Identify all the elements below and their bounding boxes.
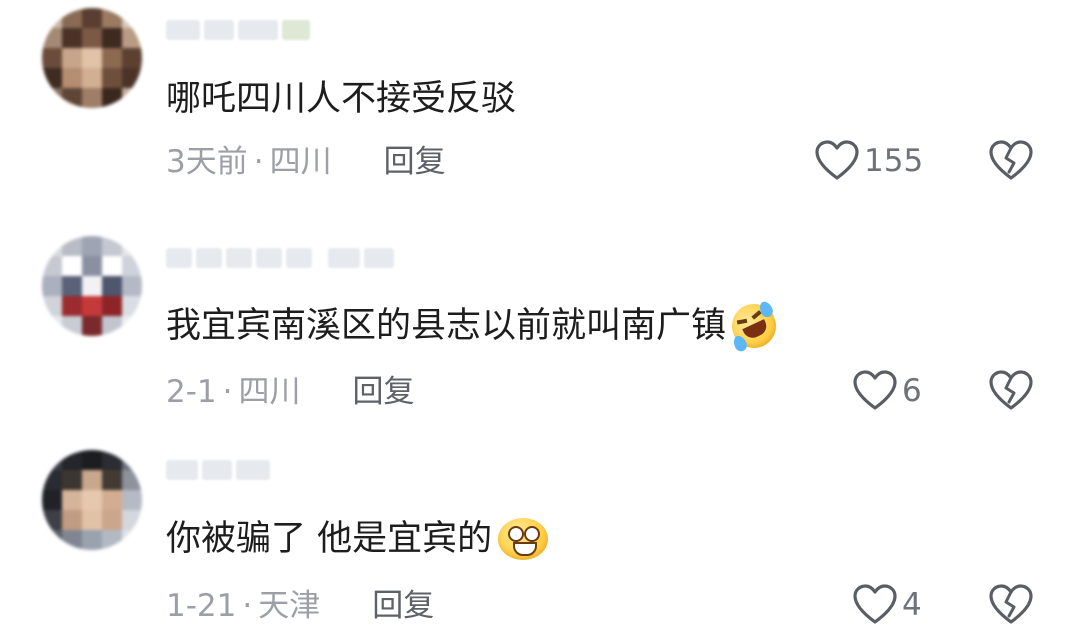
like-button[interactable]: 4 [852,583,922,627]
meta-separator: · [242,588,253,624]
meta-separator: · [253,144,264,180]
broken-heart-icon [989,140,1033,180]
dislike-button[interactable] [988,583,1034,631]
comment-meta: 3天前 · 四川 回复 [166,142,446,182]
username-blurred[interactable] [166,246,394,270]
avatar[interactable] [42,8,142,108]
like-button[interactable]: 155 [814,139,923,183]
meta-separator: · [222,374,233,410]
avatar[interactable] [42,450,142,550]
comment-text: 你被骗了 他是宜宾的 [166,518,549,560]
heart-outline-icon [815,140,859,180]
comment-text: 我宜宾南溪区的县志以前就叫南广镇 [166,296,784,356]
like-button[interactable]: 6 [852,369,922,413]
avatar[interactable] [42,236,142,336]
dislike-button[interactable] [988,139,1034,187]
comment-location: 四川 [269,144,332,180]
reply-button[interactable]: 回复 [372,586,434,626]
heart-outline-icon [853,584,897,624]
heart-outline-icon [853,370,897,410]
comment-text-content: 哪吒四川人不接受反驳 [166,79,517,119]
like-count: 6 [902,373,922,409]
comment-text-content: 你被骗了 他是宜宾的 [166,519,493,559]
comment-text-content: 我宜宾南溪区的县志以前就叫南广镇 [166,306,727,346]
rofl-emoji-icon [724,296,784,356]
broken-heart-icon [989,370,1033,410]
comment-time: 2-1 [166,374,217,410]
comment-location: 天津 [258,588,321,624]
comment-meta: 1-21 · 天津 回复 [166,586,434,626]
like-count: 4 [902,587,922,623]
comment-time: 3天前 [166,144,248,180]
broken-heart-icon [989,584,1033,624]
reply-button[interactable]: 回复 [384,142,446,182]
comment-text: 哪吒四川人不接受反驳 [166,78,516,120]
comment-meta: 2-1 · 四川 回复 [166,372,415,412]
like-count: 155 [864,143,924,179]
comment-time: 1-21 [166,588,237,624]
username-blurred[interactable] [166,18,310,42]
reply-button[interactable]: 回复 [353,372,415,412]
comment-location: 四川 [238,374,301,410]
dislike-button[interactable] [988,369,1034,417]
goofy-grin-emoji-icon [498,518,549,560]
username-blurred[interactable] [166,458,270,482]
